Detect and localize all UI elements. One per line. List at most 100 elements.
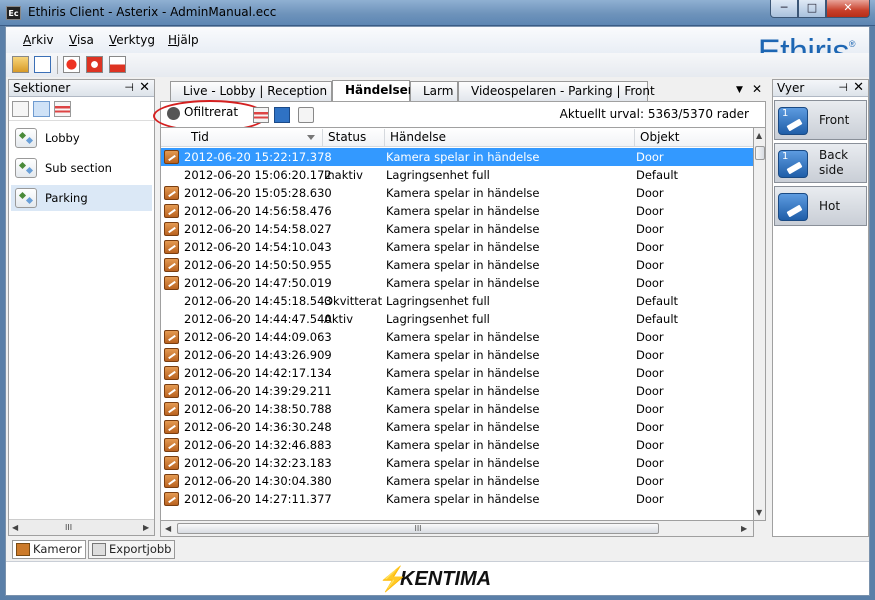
table-row[interactable]: 2012-06-20 15:22:17.378 Kamera spelar in … xyxy=(161,148,753,166)
column-header-handelse[interactable]: Händelse xyxy=(390,130,446,144)
table-row[interactable]: 2012-06-20 15:05:28.630 Kamera spelar in … xyxy=(161,184,753,202)
cell-event: Lagringsenhet full xyxy=(386,312,490,326)
section-icon xyxy=(15,188,37,208)
maximize-button[interactable]: □ xyxy=(798,0,826,18)
table-row[interactable]: 2012-06-20 14:32:23.183 Kamera spelar in … xyxy=(161,454,753,472)
tab-kameror[interactable]: Kameror xyxy=(12,540,86,559)
table-row[interactable]: 2012-06-20 14:44:09.063 Kamera spelar in … xyxy=(161,328,753,346)
alarm-list-icon[interactable] xyxy=(54,101,71,117)
cell-object: Default xyxy=(636,294,679,308)
menu-hjalp[interactable]: Hjälp xyxy=(168,33,199,47)
section-icon xyxy=(15,158,37,178)
table-row[interactable]: 2012-06-20 14:45:18.543 Okvitterat Lagring… xyxy=(161,292,753,310)
camera-record-icon xyxy=(164,456,179,470)
open-folder-icon[interactable] xyxy=(12,56,29,73)
table-row[interactable]: 2012-06-20 14:36:30.248 Kamera spelar in … xyxy=(161,418,753,436)
view-button-front[interactable]: 1 Front xyxy=(774,100,867,140)
table-row[interactable]: 2012-06-20 14:42:17.134 Kamera spelar in … xyxy=(161,364,753,382)
cell-time: 2012-06-20 14:45:18.543 xyxy=(184,294,332,308)
tab-close-icon[interactable]: ✕ xyxy=(752,82,762,96)
camera-record-icon xyxy=(164,492,179,506)
minimize-button[interactable]: ─ xyxy=(770,0,798,18)
event-grid: Tid Status Händelse Objekt 2012-06-20 15… xyxy=(160,127,754,521)
list-view-icon[interactable] xyxy=(33,101,50,117)
views-panel-header: Vyer ⊣ ✕ xyxy=(773,80,868,97)
section-item-sub-section[interactable]: Sub section xyxy=(11,155,152,181)
table-row[interactable]: 2012-06-20 14:32:46.883 Kamera spelar in … xyxy=(161,436,753,454)
view-icon: 1 xyxy=(778,150,808,178)
table-row[interactable]: 2012-06-20 14:27:11.377 Kamera spelar in … xyxy=(161,490,753,508)
camera-record-icon xyxy=(164,150,179,164)
record-icon[interactable] xyxy=(63,56,80,73)
section-item-parking[interactable]: Parking xyxy=(11,185,152,211)
scroll-grip[interactable]: III xyxy=(65,523,72,532)
scroll-left-icon[interactable]: ◀ xyxy=(165,524,171,533)
sections-hscrollbar[interactable]: ◀ III ▶ xyxy=(9,519,154,535)
hscroll-thumb[interactable]: III xyxy=(177,523,659,534)
camera-filter-icon[interactable] xyxy=(274,107,290,123)
cell-time: 2012-06-20 14:32:23.183 xyxy=(184,456,332,470)
alarm-stop-icon[interactable] xyxy=(109,56,126,73)
power-icon[interactable] xyxy=(86,56,103,73)
cell-event: Kamera spelar in händelse xyxy=(386,240,540,254)
tab-handelser[interactable]: Händelser xyxy=(332,80,414,101)
search-icon[interactable] xyxy=(298,107,314,123)
table-row[interactable]: 2012-06-20 14:43:26.909 Kamera spelar in … xyxy=(161,346,753,364)
cell-time: 2012-06-20 14:47:50.019 xyxy=(184,276,332,290)
cell-time: 2012-06-20 14:36:30.248 xyxy=(184,420,332,434)
table-row[interactable]: 2012-06-20 15:06:20.172 Inaktiv Lagringsen… xyxy=(161,166,753,184)
column-header-status[interactable]: Status xyxy=(328,130,366,144)
tab-larm[interactable]: Larm xyxy=(410,81,458,101)
table-row[interactable]: 2012-06-20 14:56:58.476 Kamera spelar in … xyxy=(161,202,753,220)
table-row[interactable]: 2012-06-20 14:54:10.043 Kamera spelar in … xyxy=(161,238,753,256)
table-row[interactable]: 2012-06-20 14:47:50.019 Kamera spelar in … xyxy=(161,274,753,292)
scroll-down-icon[interactable]: ▼ xyxy=(756,508,762,517)
view-button-hot[interactable]: Hot xyxy=(774,186,867,226)
tab-exportjobb[interactable]: Exportjobb xyxy=(88,540,176,559)
tab-videospelaren[interactable]: Videospelaren - Parking | Front xyxy=(458,81,655,101)
scroll-right-icon[interactable]: ▶ xyxy=(143,523,149,532)
table-row[interactable]: 2012-06-20 14:39:29.211 Kamera spelar in … xyxy=(161,382,753,400)
menu-arkiv[interactable]: Arkiv xyxy=(23,33,54,47)
menu-visa[interactable]: Visa xyxy=(69,33,94,47)
cell-object: Default xyxy=(636,168,679,182)
tab-menu-icon[interactable]: ▼ xyxy=(736,85,743,95)
camera-icon xyxy=(16,543,30,556)
window-title: Ethiris Client - Asterix - AdminManual.e… xyxy=(28,5,277,19)
title-bar[interactable]: Ec Ethiris Client - Asterix - AdminManua… xyxy=(0,0,875,26)
table-row[interactable]: 2012-06-20 14:38:50.788 Kamera spelar in … xyxy=(161,400,753,418)
table-row[interactable]: 2012-06-20 14:30:04.380 Kamera spelar in … xyxy=(161,472,753,490)
close-icon[interactable]: ✕ xyxy=(853,80,864,95)
table-row[interactable]: 2012-06-20 14:50:50.955 Kamera spelar in … xyxy=(161,256,753,274)
close-button[interactable]: ✕ xyxy=(826,0,870,18)
scroll-left-icon[interactable]: ◀ xyxy=(12,523,18,532)
app-icon: Ec xyxy=(6,6,21,20)
tree-view-icon[interactable] xyxy=(12,101,29,117)
close-icon[interactable]: ✕ xyxy=(139,80,150,95)
table-row[interactable]: 2012-06-20 14:54:58.027 Kamera spelar in … xyxy=(161,220,753,238)
column-header-objekt[interactable]: Objekt xyxy=(640,130,679,144)
tab-live-lobby[interactable]: Live - Lobby | Reception xyxy=(170,81,332,101)
grid-hscrollbar[interactable]: ◀ III ▶ xyxy=(160,521,754,537)
pin-icon[interactable]: ⊣ xyxy=(124,81,134,94)
menu-verktyg[interactable]: Verktyg xyxy=(109,33,155,47)
view-button-back-side[interactable]: 1 Back side xyxy=(774,143,867,183)
cell-event: Kamera spelar in händelse xyxy=(386,492,540,506)
filter-button[interactable]: Ofiltrerat xyxy=(153,100,267,132)
scroll-right-icon[interactable]: ▶ xyxy=(741,524,747,533)
scroll-up-icon[interactable]: ▲ xyxy=(756,131,762,140)
cell-object: Door xyxy=(636,348,664,362)
cell-event: Kamera spelar in händelse xyxy=(386,186,540,200)
column-header-tid[interactable]: Tid xyxy=(191,130,209,144)
sections-panel-title: Sektioner xyxy=(13,81,71,95)
table-row[interactable]: 2012-06-20 14:44:47.540 Aktiv Lagringsenhe… xyxy=(161,310,753,328)
cell-time: 2012-06-20 14:56:58.476 xyxy=(184,204,332,218)
cell-time: 2012-06-20 14:42:17.134 xyxy=(184,366,332,380)
event-list-icon[interactable] xyxy=(253,107,269,123)
vscroll-thumb[interactable] xyxy=(755,146,765,160)
grid-vscrollbar[interactable]: ▲ ▼ xyxy=(754,127,766,521)
pin-icon[interactable]: ⊣ xyxy=(838,81,848,94)
refresh-icon[interactable] xyxy=(34,56,51,73)
section-item-lobby[interactable]: Lobby xyxy=(11,125,152,151)
cell-time: 2012-06-20 14:43:26.909 xyxy=(184,348,332,362)
